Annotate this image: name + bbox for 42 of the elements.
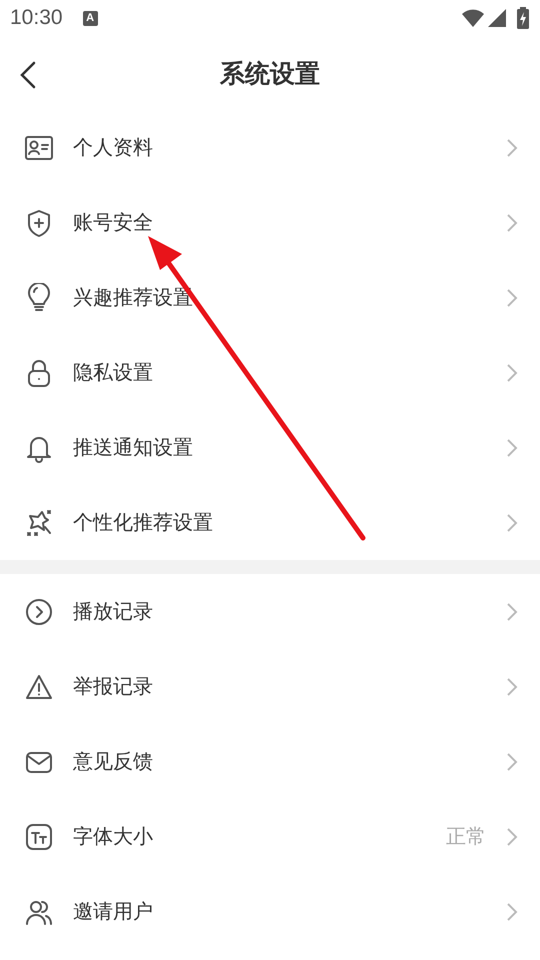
wifi-icon [462, 9, 484, 27]
chevron-icon [506, 602, 518, 622]
chevron-icon [506, 438, 518, 458]
settings-row[interactable]: 账号安全 [0, 185, 540, 260]
row-label: 隐私设置 [73, 359, 154, 386]
row-label: 意见反馈 [73, 748, 154, 775]
page-title: 系统设置 [220, 58, 320, 90]
settings-row[interactable]: 邀请用户 [0, 874, 540, 949]
back-icon [18, 60, 38, 90]
settings-row[interactable]: 字体大小 正常 [0, 799, 540, 874]
row-label: 个人资料 [73, 134, 154, 161]
row-value: 正常 [446, 823, 486, 850]
row-label: 邀请用户 [73, 898, 154, 925]
settings-row[interactable]: 隐私设置 [0, 335, 540, 410]
battery-icon [516, 7, 530, 29]
settings-row[interactable]: 推送通知设置 [0, 410, 540, 485]
settings-row[interactable]: 个人资料 [0, 110, 540, 185]
settings-row[interactable]: 播放记录 [0, 574, 540, 649]
chevron-icon [506, 212, 518, 232]
chevron-icon [506, 826, 518, 846]
chevron-icon [506, 362, 518, 382]
chevron-icon [506, 676, 518, 696]
status-time: 10:30 [10, 6, 63, 30]
row-label: 个性化推荐设置 [73, 509, 214, 536]
row-label: 举报记录 [73, 673, 154, 700]
play-circle-icon [24, 596, 54, 626]
settings-row[interactable]: 个性化推荐设置 [0, 485, 540, 560]
font-size-icon [24, 822, 54, 852]
notification-icon: A [82, 10, 98, 26]
signal-icon [488, 9, 508, 27]
row-label: 账号安全 [73, 209, 154, 236]
chevron-icon [506, 752, 518, 772]
row-label: 字体大小 [73, 823, 154, 850]
chevron-icon [506, 288, 518, 308]
sparkle-star-icon [24, 508, 54, 538]
settings-row[interactable]: 意见反馈 [0, 724, 540, 799]
row-label: 推送通知设置 [73, 434, 194, 461]
chevron-icon [506, 512, 518, 532]
settings-row[interactable]: 举报记录 [0, 649, 540, 724]
chevron-icon [506, 138, 518, 158]
chevron-icon [506, 902, 518, 922]
row-label: 播放记录 [73, 598, 154, 625]
